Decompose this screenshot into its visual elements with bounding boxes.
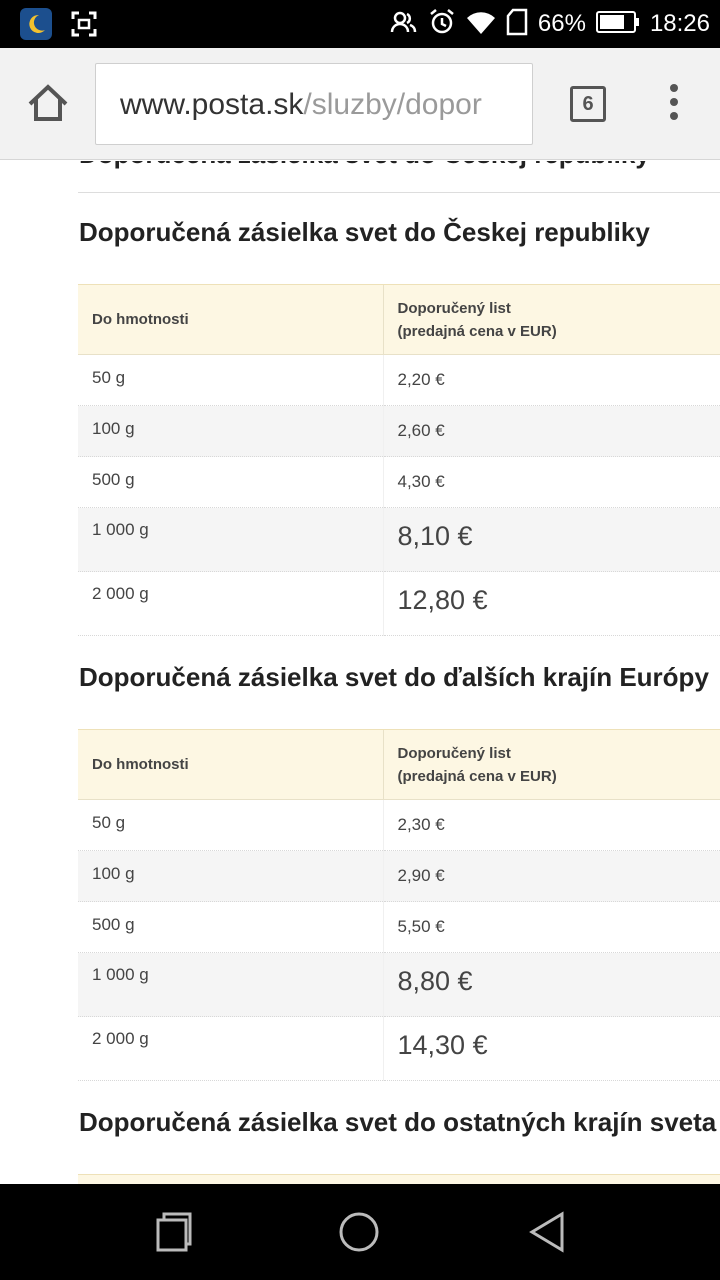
weight-cell: 100 g <box>78 405 383 457</box>
table-row: 50 g 2,30 € <box>78 799 720 851</box>
table-row: 2 000 g 14,30 € <box>78 1016 720 1081</box>
price-cell: 4,30 € <box>382 456 720 508</box>
alarm-icon <box>428 8 456 41</box>
status-bar: 66% 18:26 <box>0 0 720 48</box>
price-cell: 2,20 € <box>382 354 720 406</box>
table-row: 100 g 2,90 € <box>78 850 720 902</box>
weight-cell: 1 000 g <box>78 507 383 572</box>
url-bar[interactable]: www.posta.sk/sluzby/dopor <box>95 63 533 145</box>
weight-cell: 100 g <box>78 850 383 902</box>
recents-icon[interactable] <box>150 1208 198 1256</box>
table-row: 1 000 g 8,80 € <box>78 952 720 1017</box>
header-price-line1: Doporučený list <box>397 299 511 317</box>
weight-cell: 500 g <box>78 901 383 953</box>
home-circle-icon[interactable] <box>335 1208 383 1256</box>
weight-cell: 50 g <box>78 354 383 406</box>
price-table: Do hmotnosti Doporučený list (predajná c… <box>78 729 720 1081</box>
weight-cell: 2 000 g <box>78 571 383 636</box>
table-row: 1 000 g 8,10 € <box>78 507 720 572</box>
price-table-header-partial <box>78 1174 720 1184</box>
price-cell: 12,80 € <box>382 571 720 636</box>
header-weight: Do hmotnosti <box>78 284 383 355</box>
weight-cell: 500 g <box>78 456 383 508</box>
previous-section-heading: Doporučená zásielka svet do Českej repub… <box>79 161 650 170</box>
header-price-line2: (predajná cena v EUR) <box>397 322 557 340</box>
screenshot-icon <box>70 10 98 43</box>
battery-percent: 66% <box>537 10 586 37</box>
table-row: 500 g 5,50 € <box>78 901 720 953</box>
price-cell: 8,80 € <box>382 952 720 1017</box>
table-row: 50 g 2,20 € <box>78 354 720 406</box>
battery-icon <box>595 10 640 38</box>
header-weight: Do hmotnosti <box>78 729 383 800</box>
overflow-menu-icon[interactable] <box>660 84 688 124</box>
weight-cell: 2 000 g <box>78 1016 383 1081</box>
price-cell: 5,50 € <box>382 901 720 953</box>
back-icon[interactable] <box>524 1208 572 1256</box>
wifi-icon <box>466 9 496 40</box>
price-cell: 2,90 € <box>382 850 720 902</box>
table-header-row: Do hmotnosti Doporučený list (predajná c… <box>78 729 720 800</box>
header-price: Doporučený list (predajná cena v EUR) <box>382 284 720 355</box>
divider <box>78 192 720 193</box>
table-header-row: Do hmotnosti Doporučený list (predajná c… <box>78 284 720 355</box>
price-cell: 2,30 € <box>382 799 720 851</box>
price-cell: 8,10 € <box>382 507 720 572</box>
clock: 18:26 <box>649 10 710 37</box>
table-row: 100 g 2,60 € <box>78 405 720 457</box>
weight-cell: 50 g <box>78 799 383 851</box>
page-content: Doporučená zásielka svet do Českej repub… <box>0 161 720 1184</box>
header-price-line1: Doporučený list <box>397 744 511 762</box>
weight-cell: 1 000 g <box>78 952 383 1017</box>
section-title: Doporučená zásielka svet do Českej repub… <box>79 217 650 247</box>
tabs-icon[interactable]: 6 <box>570 86 606 122</box>
section-title: Doporučená zásielka svet do ostatných kr… <box>79 1107 717 1137</box>
price-cell: 2,60 € <box>382 405 720 457</box>
navigation-bar <box>0 1184 720 1280</box>
table-row: 2 000 g 12,80 € <box>78 571 720 636</box>
sim-icon <box>506 8 528 41</box>
url-host: www.posta.sk <box>120 88 304 121</box>
section-title: Doporučená zásielka svet do ďalších kraj… <box>79 662 709 692</box>
contacts-icon <box>390 9 418 40</box>
price-table: Do hmotnosti Doporučený list (predajná c… <box>78 284 720 636</box>
table-row: 500 g 4,30 € <box>78 456 720 508</box>
home-icon[interactable] <box>24 80 72 128</box>
url-path: /sluzby/dopor <box>303 88 482 121</box>
browser-toolbar: www.posta.sk/sluzby/dopor 6 <box>0 48 720 160</box>
header-price: Doporučený list (predajná cena v EUR) <box>382 729 720 800</box>
header-price-line2: (predajná cena v EUR) <box>397 767 557 785</box>
moon-app-icon <box>20 8 52 40</box>
price-cell: 14,30 € <box>382 1016 720 1081</box>
